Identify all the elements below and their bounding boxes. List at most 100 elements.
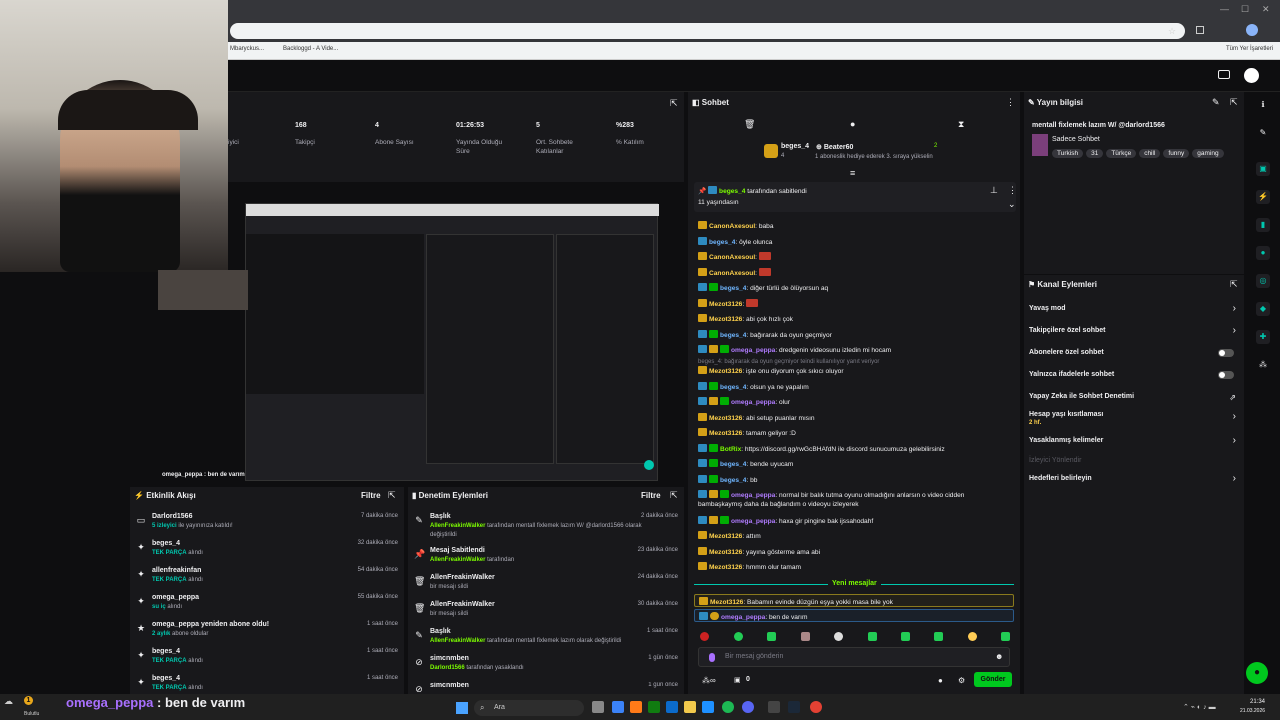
close-icon[interactable]: ✕ [1262,4,1270,15]
leader-name[interactable]: ⊕ Beater60 [816,143,853,151]
emote[interactable] [1001,632,1010,641]
address-bar[interactable] [230,23,1185,39]
emote[interactable] [834,632,843,641]
action-ai-moderation[interactable]: Yapay Zeka ile Sohbet Denetimi ⇗ [1024,393,1244,407]
chat-message[interactable]: CanonAxesoul: [698,252,1014,262]
emote[interactable] [767,632,776,641]
clock[interactable]: 21:34 [1250,699,1265,705]
chat-fab-icon[interactable]: ● [1246,662,1268,684]
chat-username[interactable]: Mezot3126 [709,564,742,571]
gear-icon[interactable]: ⚙ [958,676,965,685]
popout-icon[interactable]: ⇱ [388,490,396,501]
app-icon[interactable] [630,701,642,713]
tag[interactable]: Türkçe [1106,149,1137,158]
chat-username[interactable]: Mezot3126 [709,533,742,540]
chat-message[interactable]: omega_peppa: normal bir balık tutma oyun… [698,490,1014,500]
chrome-icon[interactable] [810,701,822,713]
chat-username[interactable]: CanonAxesoul [709,270,755,277]
maximize-icon[interactable]: ☐ [1241,4,1249,15]
chat-message[interactable]: omega_peppa: dredgenin videosunu izledin… [698,345,1014,355]
chat-username[interactable]: beges_4 [720,384,746,391]
popout-icon[interactable]: ⇱ [1230,279,1238,290]
list-item[interactable]: ▭ Darlord1566 5 izleyici ile yayınınıza ka… [130,513,404,540]
chat-message[interactable]: CanonAxesoul: baba [698,221,1014,231]
toggle-switch[interactable] [1218,349,1234,357]
crop-icon[interactable]: ▣ [1256,162,1270,176]
chat-username[interactable]: Mezot3126 [709,301,742,308]
profile-avatar[interactable] [1246,24,1258,36]
wrench-icon[interactable]: ✚ [1256,330,1270,344]
chat-message[interactable]: Mezot3126: abi setup puanlar mısın [698,412,1014,423]
chat-username[interactable]: BotRix [720,446,741,453]
tag[interactable]: funny [1163,149,1190,158]
chat-username[interactable]: beges_4 [720,477,746,484]
category-name[interactable]: Sadece Sohbet [1052,136,1100,143]
steam-icon[interactable] [788,701,800,713]
action-account-age[interactable]: Hesap yaşı kısıtlaması 2 hf. › [1024,411,1244,431]
all-bookmarks[interactable]: Tüm Yer İşaretleri [1226,46,1273,52]
chevron-down-icon[interactable]: ⌄ [1008,199,1016,210]
chat-username[interactable]: omega_peppa [731,518,775,525]
chat-message[interactable]: Mezot3126: yayına gösterme ama abi [698,546,1014,557]
weather-widget[interactable]: ☁ 1 Bulutlu [4,696,44,717]
chat-message-highlight[interactable]: Mezot3126: Babamın evinde düzgün eşya yo… [694,594,1014,607]
points-icon[interactable]: ⁂∞ [702,676,716,685]
chat-username[interactable]: Mezot3126 [709,430,742,437]
star-icon[interactable]: ☆ [1168,26,1176,37]
chat-username[interactable]: omega_peppa [731,399,775,406]
plus-icon[interactable]: ⁂ [1256,358,1270,372]
leader-name[interactable]: beges_4 [781,143,809,150]
tag[interactable]: gaming [1192,149,1224,158]
chat-username[interactable]: beges_4 [709,239,735,246]
chat-username[interactable]: beges_4 [720,461,746,468]
chat-message[interactable]: beges_4: bb [698,474,1014,485]
chat-message[interactable]: Mezot3126: işte onu diyorum çok sıkıcı o… [698,366,1014,376]
chat-username[interactable]: CanonAxesoul [709,254,755,261]
chat-username[interactable]: Mezot3126 [709,549,742,556]
chat-message[interactable]: beges_4: öyle olunca [698,236,1014,247]
clip-icon[interactable]: ▮ [1256,218,1270,232]
chat-username[interactable]: CanonAxesoul [709,223,755,230]
more-icon[interactable]: ⋮ [1008,185,1017,196]
list-item[interactable]: 🗑 AllenFreakinWalker bir mesajı sildi 30 da… [408,601,684,628]
taskbar-search[interactable]: ⌕ Ara [474,700,584,716]
chat-username[interactable]: omega_peppa [731,492,775,499]
chat-username[interactable]: beges_4 [720,285,746,292]
list-item[interactable]: ✦ beges_4 TEK PARÇA alındı 32 dakika önce [130,540,404,567]
chat-message[interactable]: beges_4: diğer türlü de ölüyorsun aq [698,283,1014,293]
chat-message[interactable]: CanonAxesoul: [698,267,1014,278]
app-icon[interactable] [666,701,678,713]
toggle-switch[interactable] [1218,371,1234,379]
chat-username[interactable]: Mezot3126 [709,415,742,422]
tag[interactable]: Turkish [1052,149,1084,158]
popout-icon[interactable]: ⇱ [670,98,678,109]
taskview-icon[interactable] [592,701,604,713]
chat-message[interactable]: beges_4: bende uyucam [698,459,1014,469]
copilot-icon[interactable] [612,701,624,713]
chat-username[interactable]: Mezot3126 [709,316,742,323]
tag[interactable]: 31 [1086,149,1104,158]
bookmark-item[interactable]: Mbaryckus... [230,46,264,52]
info-icon[interactable]: ℹ [1256,98,1270,112]
shield-icon[interactable]: ◆ [1256,302,1270,316]
tray-icon[interactable]: ⌃ ⌁ ◐ ♪ ▬ [1183,703,1216,711]
popout-icon[interactable]: ⇱ [1230,97,1238,108]
chat-message[interactable]: beges_4: bağırarak da oyun geçmiyor [698,329,1014,340]
pin-icon[interactable]: ⊥ [990,185,998,196]
windows-start-icon[interactable] [456,702,468,714]
list-item[interactable]: ✎ Başlık AllenFreakinWalker tarafından men… [408,628,684,655]
list-item[interactable]: ★ omega_peppa yeniden abone oldu! 2 aylık … [130,621,404,648]
filter-button[interactable]: Filtre [361,491,381,500]
spotify-icon[interactable] [722,701,734,713]
app-icon[interactable] [768,701,780,713]
list-item[interactable]: ✦ allenfreakinfan TEK PARÇA alındı 54 dakik… [130,567,404,594]
list-item[interactable]: ✦ beges_4 TEK PARÇA alındı 1 saat önce [130,648,404,675]
chat-input[interactable]: Bir mesaj gönderin ☻ [698,647,1010,667]
chat-message[interactable]: BotRix: https://discord.gg/rwGcBHAfdN il… [698,443,1014,454]
chat-username[interactable]: beges_4 [720,332,746,339]
chat-username[interactable]: Mezot3126 [709,368,742,375]
emote[interactable] [868,632,877,641]
chat-message[interactable]: Mezot3126: [698,298,1014,309]
minimize-icon[interactable]: — [1220,4,1229,14]
chat-message[interactable]: Mezot3126: tamam geliyor :D [698,428,1014,438]
